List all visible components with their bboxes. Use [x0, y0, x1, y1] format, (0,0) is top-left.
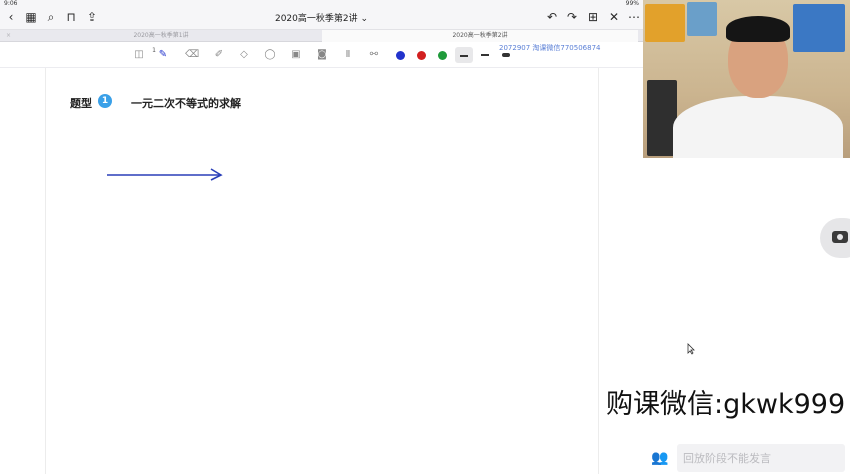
link-icon[interactable]: ⚯: [367, 48, 381, 62]
stroke-medium-option[interactable]: [481, 54, 489, 56]
shapes-icon[interactable]: ◇: [237, 48, 251, 62]
status-battery: 99%: [625, 0, 639, 7]
watermark-text: 2072907 淘课微信770506874: [499, 44, 601, 52]
person-shirt: [673, 96, 843, 158]
nav-bar: 9:06 99% ‹ ▦ ⌕ ⊓ ⇪ 2020高一秋季第2讲 ⌄ ↶ ↷ ⊞ ✕…: [0, 0, 643, 30]
poster-shape: [645, 4, 685, 42]
image-icon[interactable]: ▣: [289, 48, 303, 62]
undo-icon[interactable]: ↶: [545, 10, 559, 24]
promo-text: 购课微信:gkwk999: [606, 389, 846, 420]
sidebar-toggle-icon[interactable]: ◫: [132, 48, 146, 62]
heading-title: 一元二次不等式的求解: [131, 97, 241, 110]
color-red-swatch[interactable]: [417, 51, 426, 60]
color-green-swatch[interactable]: [438, 51, 447, 60]
eraser-icon[interactable]: ⌫: [185, 48, 199, 62]
close-icon[interactable]: ✕: [607, 10, 621, 24]
poster-shape: [793, 4, 845, 52]
poster-shape: [687, 2, 717, 36]
camera-icon[interactable]: ◙: [315, 48, 329, 62]
tab-close-icon[interactable]: ×: [6, 30, 11, 42]
webcam-feed: [643, 0, 850, 158]
highlighter-icon[interactable]: ✐: [212, 48, 226, 62]
note-page[interactable]: [45, 68, 599, 474]
tab-label: 2020高一秋季第1讲: [133, 32, 189, 39]
camera-lens-icon: [837, 234, 843, 240]
add-page-icon[interactable]: ⊞: [586, 10, 600, 24]
drawn-arrow: [107, 168, 223, 181]
redo-icon[interactable]: ↷: [565, 10, 579, 24]
app-window: 9:06 99% ‹ ▦ ⌕ ⊓ ⇪ 2020高一秋季第2讲 ⌄ ↶ ↷ ⊞ ✕…: [0, 0, 850, 474]
mouse-cursor-icon: [687, 343, 695, 355]
pen-icon[interactable]: ✎: [156, 48, 170, 62]
heading-prefix: 题型: [70, 97, 92, 110]
users-icon[interactable]: 👥: [651, 450, 668, 466]
lasso-icon[interactable]: ◯: [263, 48, 277, 62]
text-tool-icon[interactable]: Ⅱ: [341, 48, 355, 62]
tab-lecture-2[interactable]: 2020高一秋季第2讲: [322, 30, 638, 42]
tab-strip: × 2020高一秋季第1讲 2020高一秋季第2讲: [0, 30, 643, 42]
person-hair: [726, 16, 790, 42]
chat-input[interactable]: [677, 444, 845, 472]
pen-badge: 1: [152, 47, 156, 54]
stroke-thick-option[interactable]: [502, 53, 510, 57]
tab-label: 2020高一秋季第2讲: [452, 32, 508, 39]
color-blue-swatch[interactable]: [396, 51, 405, 60]
status-time: 9:06: [4, 0, 18, 7]
stroke-thin-sample: [460, 55, 468, 57]
more-icon[interactable]: ⋯: [627, 10, 641, 24]
tab-lecture-1[interactable]: × 2020高一秋季第1讲: [0, 30, 322, 42]
heading-number-badge: 1: [98, 94, 112, 108]
